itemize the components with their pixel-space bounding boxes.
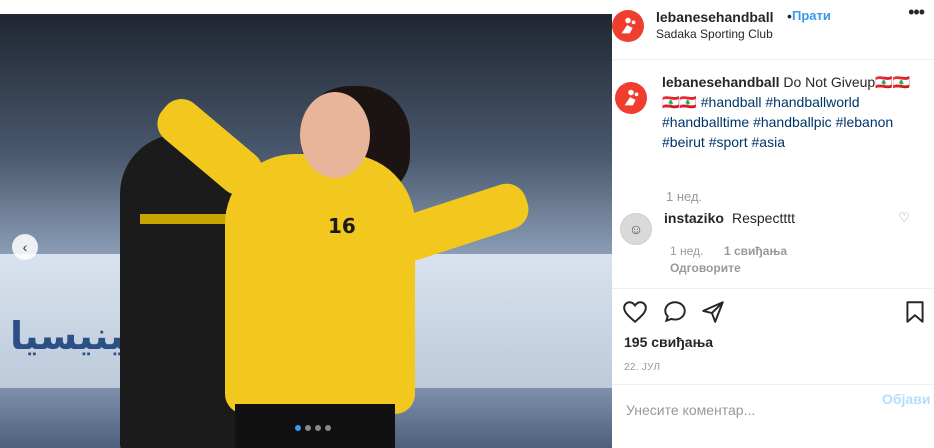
photo-jersey-number: 16 xyxy=(328,214,356,238)
caption-avatar[interactable] xyxy=(615,82,647,114)
carousel-indicator xyxy=(295,425,331,431)
post-location[interactable]: Sadaka Sporting Club xyxy=(656,27,773,41)
carousel-dot xyxy=(315,425,321,431)
add-comment-section: Објави xyxy=(612,384,934,448)
comment-reply-button[interactable]: Одговорите xyxy=(670,261,741,275)
comment-input[interactable] xyxy=(626,399,866,421)
carousel-dot xyxy=(305,425,311,431)
caption-body: lebanesehandball Do Not Giveup🇱🇧🇱🇧🇱🇧🇱🇧 #… xyxy=(662,72,912,152)
caption-timestamp[interactable]: 1 нед. xyxy=(666,189,702,204)
share-icon[interactable] xyxy=(700,299,730,329)
hashtag-link[interactable]: #asia xyxy=(752,134,785,150)
comment-avatar[interactable]: ☺ xyxy=(620,213,652,245)
post-author-username[interactable]: lebanesehandball xyxy=(656,9,773,25)
post-date[interactable]: 22. ЈУЛ xyxy=(624,362,660,373)
hashtag-link[interactable]: #handballworld xyxy=(765,94,859,110)
comment-like-heart-icon[interactable]: ♡ xyxy=(898,210,910,226)
photo-keeper-head xyxy=(300,92,370,178)
photo-keeper-jersey xyxy=(225,154,415,414)
user-avatar-icon: ☺ xyxy=(628,221,644,237)
hashtag-link[interactable]: #sport xyxy=(709,134,748,150)
post-photo[interactable]: فينيسيا 16 ‹ xyxy=(0,14,612,448)
avatar[interactable] xyxy=(612,10,644,42)
heart-icon[interactable] xyxy=(622,299,652,329)
hashtag-link[interactable]: #handballtime xyxy=(662,114,749,130)
hashtag-link[interactable]: #lebanon xyxy=(836,114,894,130)
handball-logo-icon xyxy=(624,89,639,106)
hashtag-link[interactable]: #handball xyxy=(701,94,762,110)
comment-username[interactable]: instaziko xyxy=(664,210,724,226)
post-side-panel: lebanesehandball • Прати Sadaka Sporting… xyxy=(612,0,934,448)
comment-timestamp[interactable]: 1 нед. xyxy=(670,244,703,258)
handball-logo-icon xyxy=(621,17,636,34)
bookmark-icon[interactable] xyxy=(902,299,932,329)
comment-bubble-icon[interactable] xyxy=(662,299,692,329)
hashtag-link[interactable]: #beirut xyxy=(662,134,705,150)
post-actions-bar xyxy=(612,288,934,328)
comment-text: Respectttt xyxy=(732,210,796,226)
chevron-left-icon: ‹ xyxy=(22,239,28,255)
carousel-dot xyxy=(295,425,301,431)
post-comment-button[interactable]: Објави xyxy=(882,391,930,407)
comment-likes-count[interactable]: 1 свиђања xyxy=(724,244,787,258)
follow-button[interactable]: Прати xyxy=(792,8,831,23)
more-options-icon[interactable]: ••• xyxy=(908,2,925,23)
caption-username[interactable]: lebanesehandball xyxy=(662,74,779,90)
carousel-dot xyxy=(325,425,331,431)
post-header: lebanesehandball • Прати Sadaka Sporting… xyxy=(612,0,934,60)
post-likes-count[interactable]: 195 свиђања xyxy=(624,334,713,350)
carousel-prev-button[interactable]: ‹ xyxy=(12,234,38,260)
hashtag-link[interactable]: #handballpic xyxy=(753,114,832,130)
